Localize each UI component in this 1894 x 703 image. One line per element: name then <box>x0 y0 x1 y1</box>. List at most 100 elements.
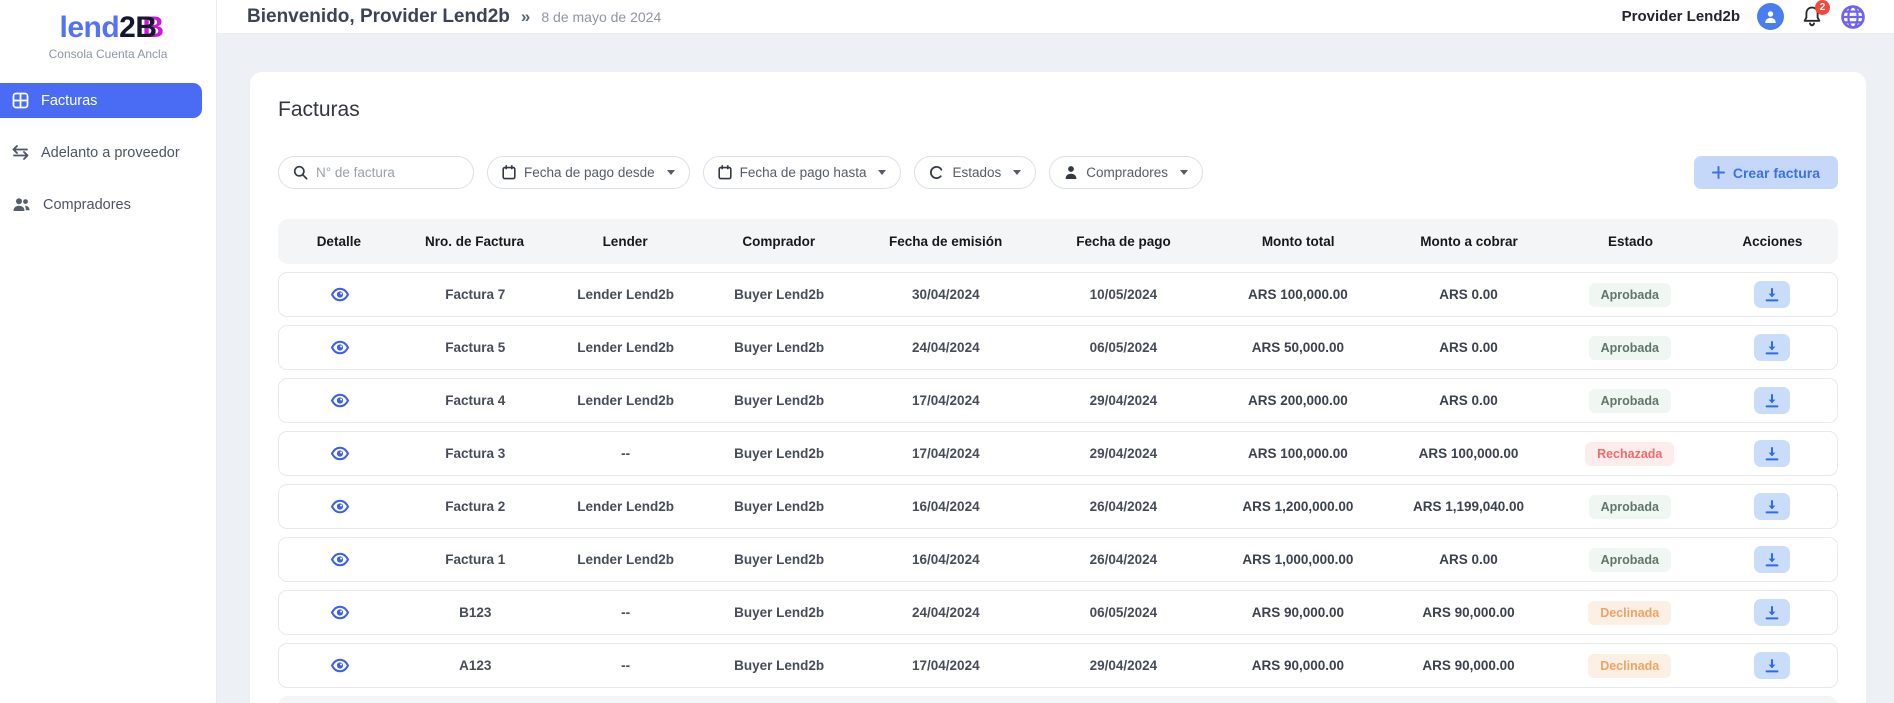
chevron-down-icon <box>666 170 675 175</box>
issue-date: 16/04/2024 <box>912 552 980 567</box>
table-body: Factura 7 Lender Lend2b Buyer Lend2b 30/… <box>278 272 1838 688</box>
table-header-row: Detalle Nro. de Factura Lender Comprador Fec… <box>278 219 1838 264</box>
notifications-button[interactable]: 2 <box>1801 0 1830 28</box>
download-button[interactable] <box>1753 546 1790 573</box>
invoice-number: A123 <box>459 658 492 673</box>
view-detail-button[interactable] <box>330 287 350 302</box>
status-cell: Aprobada <box>1553 547 1706 572</box>
column-header: Fecha de pago <box>1076 234 1171 249</box>
amount-to-collect: ARS 90,000.00 <box>1422 605 1515 620</box>
download-button[interactable] <box>1753 334 1790 361</box>
download-button[interactable] <box>1753 599 1790 626</box>
filter-states[interactable]: Estados <box>914 156 1037 189</box>
view-detail-button[interactable] <box>330 499 350 514</box>
total-amount: ARS 1,000,000.00 <box>1242 552 1354 567</box>
actions-cell <box>1706 546 1837 573</box>
view-detail-button[interactable] <box>330 393 350 408</box>
payment-date: 29/04/2024 <box>1089 393 1158 408</box>
issue-date: 24/04/2024 <box>912 340 980 355</box>
table-row: Factura 1 Lender Lend2b Buyer Lend2b 16/… <box>278 537 1838 582</box>
invoice-number: Factura 3 <box>445 446 506 461</box>
status-badge: Aprobada <box>1588 335 1671 360</box>
search-icon <box>293 165 308 180</box>
filter-date-to[interactable]: Fecha de pago hasta <box>702 156 902 189</box>
status-badge: Aprobada <box>1588 494 1671 519</box>
download-icon <box>1765 552 1779 567</box>
sidebar-item-label: Facturas <box>41 92 98 109</box>
status-cell: Aprobada <box>1553 388 1706 413</box>
sidebar-item-adelanto-a-proveedor[interactable]: Adelanto a proveedor <box>0 135 216 170</box>
invoice-number: Factura 5 <box>445 340 506 355</box>
create-invoice-button[interactable]: Crear factura <box>1693 156 1838 189</box>
view-detail-button[interactable] <box>330 446 350 461</box>
brand-tagline: Consola Cuenta Ancla <box>48 47 168 61</box>
grid-icon <box>12 92 29 109</box>
logo-b: B <box>135 11 157 44</box>
view-detail-button[interactable] <box>330 605 350 620</box>
actions-cell <box>1706 387 1837 414</box>
table-row: B123 -- Buyer Lend2b 24/04/2024 06/05/20… <box>278 590 1838 635</box>
detail-cell <box>279 393 401 409</box>
actions-cell <box>1706 281 1837 308</box>
main-area: Bienvenido, Provider Lend2b » 8 de mayo … <box>217 0 1894 703</box>
view-detail-button[interactable] <box>330 658 350 673</box>
user-avatar[interactable] <box>1757 3 1784 30</box>
filter-date-from[interactable]: Fecha de pago desde <box>487 156 690 189</box>
buyer-name: Buyer Lend2b <box>734 340 825 355</box>
welcome-header: Bienvenido, Provider Lend2b » 8 de mayo … <box>247 6 661 28</box>
issue-date: 30/04/2024 <box>912 287 980 302</box>
content-area: Facturas Fecha de pago desde <box>217 34 1894 703</box>
amount-to-collect: ARS 1,199,040.00 <box>1412 499 1525 514</box>
invoice-number: Factura 1 <box>445 552 506 567</box>
filter-buyers[interactable]: Compradores <box>1049 156 1204 189</box>
payment-date: 10/05/2024 <box>1089 287 1158 302</box>
download-button[interactable] <box>1753 440 1790 467</box>
buyer-name: Buyer Lend2b <box>734 658 825 673</box>
total-amount: ARS 90,000.00 <box>1251 605 1345 620</box>
sidebar-item-compradores[interactable]: Compradores <box>0 187 216 222</box>
status-cell: Declinada <box>1553 600 1706 625</box>
payment-date: 06/05/2024 <box>1089 340 1158 355</box>
issue-date: 16/04/2024 <box>912 499 980 514</box>
lender-name: -- <box>621 658 631 673</box>
invoice-search[interactable] <box>278 156 474 189</box>
sidebar-item-facturas[interactable]: Facturas <box>0 83 202 118</box>
actions-cell <box>1706 440 1837 467</box>
search-input[interactable] <box>316 165 459 180</box>
column-header: Lender <box>602 234 648 249</box>
invoice-number: Factura 4 <box>445 393 506 408</box>
issue-date: 17/04/2024 <box>912 446 980 461</box>
total-amount: ARS 1,200,000.00 <box>1242 499 1354 514</box>
create-invoice-label: Crear factura <box>1732 164 1820 181</box>
download-button[interactable] <box>1753 652 1790 679</box>
sidebar-nav: Facturas Adelanto a proveedor Compradore… <box>0 83 216 222</box>
filter-label: Estados <box>952 165 1002 180</box>
download-button[interactable] <box>1753 387 1790 414</box>
view-detail-button[interactable] <box>330 340 350 355</box>
column-header: Monto total <box>1261 234 1335 249</box>
swap-arrows-icon <box>12 145 29 160</box>
table-row: Factura 3 -- Buyer Lend2b 17/04/2024 29/… <box>278 431 1838 476</box>
download-button[interactable] <box>1753 281 1790 308</box>
payment-date: 26/04/2024 <box>1089 552 1158 567</box>
download-button[interactable] <box>1753 493 1790 520</box>
download-icon <box>1765 393 1779 408</box>
issue-date: 17/04/2024 <box>912 393 980 408</box>
status-badge: Aprobada <box>1588 282 1671 307</box>
status-badge: Declinada <box>1588 600 1672 625</box>
language-button[interactable] <box>1840 4 1866 30</box>
download-icon <box>1765 287 1779 302</box>
detail-cell <box>279 552 401 568</box>
brand-logo: lend2 B B Consola Cuenta Ancla <box>0 0 216 62</box>
actions-cell <box>1706 334 1837 361</box>
view-detail-button[interactable] <box>330 552 350 567</box>
sidebar: lend2 B B Consola Cuenta Ancla Facturas Ad… <box>0 0 217 703</box>
amount-to-collect: ARS 0.00 <box>1439 393 1498 408</box>
chevron-down-icon <box>878 170 887 175</box>
invoices-card: Facturas Fecha de pago desde <box>250 72 1866 703</box>
detail-cell <box>279 446 401 462</box>
payment-date: 29/04/2024 <box>1089 658 1158 673</box>
sidebar-item-label: Adelanto a proveedor <box>41 144 180 161</box>
sidebar-item-label: Compradores <box>43 196 131 213</box>
invoice-number: Factura 2 <box>445 499 506 514</box>
